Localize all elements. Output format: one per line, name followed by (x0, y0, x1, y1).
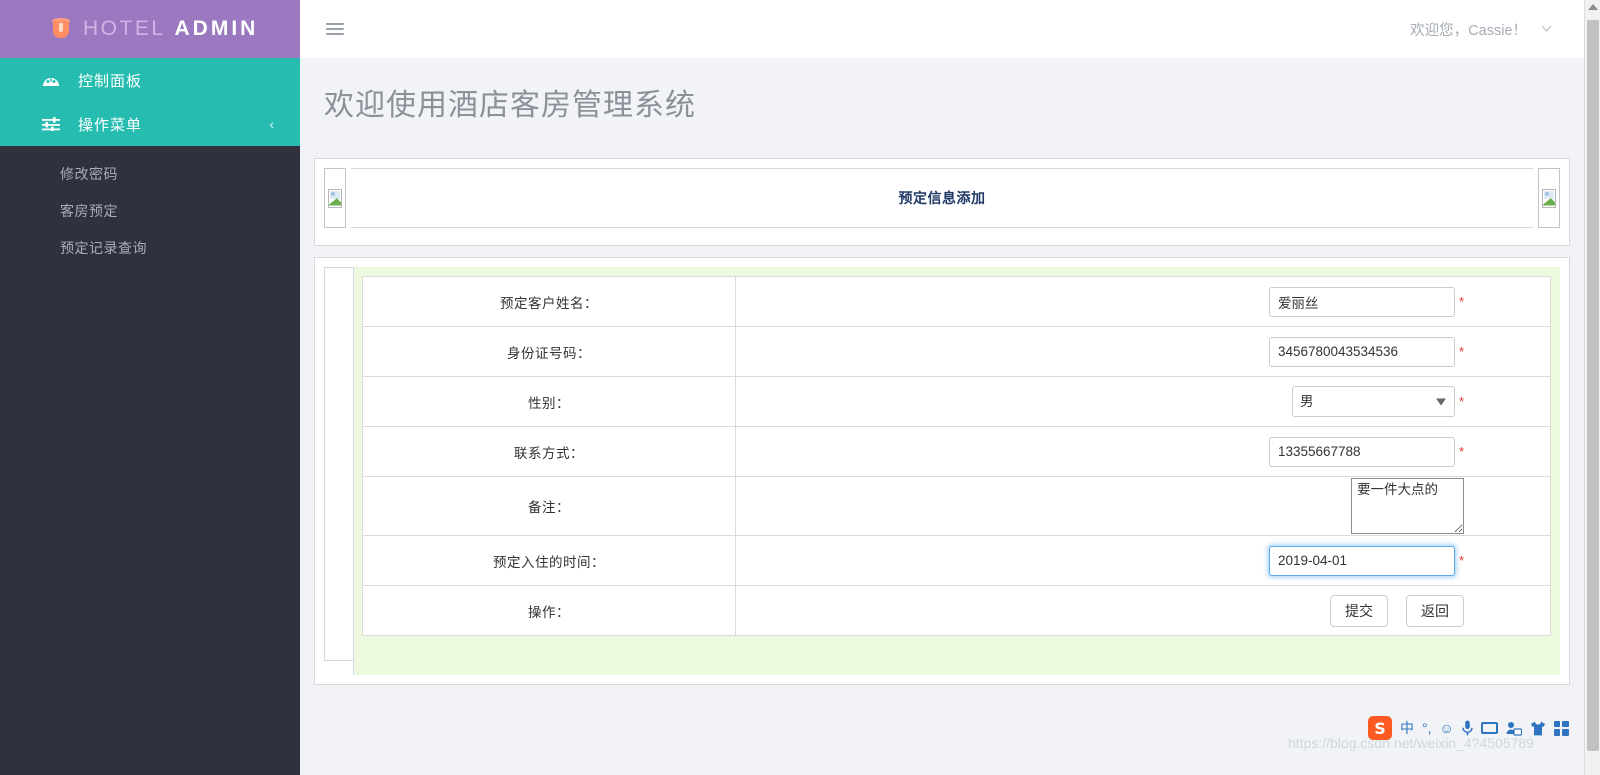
required-marker: * (1458, 344, 1464, 359)
sidebar-item-operations-label: 操作菜单 (78, 116, 143, 134)
required-marker: * (1458, 294, 1464, 309)
broken-image-left (324, 168, 346, 228)
customer-name-input[interactable] (1268, 286, 1455, 317)
table-row: 预定客户姓名： * (361, 276, 1551, 327)
ime-punctuation-icon[interactable]: °, (1422, 720, 1432, 736)
sogou-logo-icon[interactable]: S (1368, 716, 1392, 740)
required-marker: * (1458, 444, 1464, 459)
table-row: 操作： 提交 返回 (361, 585, 1551, 636)
table-row: 性别： 男女 * (361, 376, 1551, 427)
label-customer-name: 预定客户姓名： (361, 276, 737, 327)
page-title: 欢迎使用酒店客房管理系统 (324, 89, 696, 122)
broken-image-icon (328, 188, 342, 208)
sidebar-item-dashboard-label: 控制面板 (78, 72, 143, 90)
brand-logo[interactable]: HOTEL ADMIN (0, 0, 300, 58)
vertical-scrollbar[interactable] (1584, 0, 1600, 775)
field-customer-name-cell: * (735, 276, 1551, 327)
table-row: 备注： (361, 476, 1551, 536)
required-marker: * (1458, 553, 1464, 568)
label-id-number: 身份证号码： (361, 326, 737, 377)
sidebar-item-booking-records[interactable]: 预定记录查询 (0, 229, 300, 266)
sidebar-submenu: 修改密码 客房预定 预定记录查询 (0, 155, 300, 266)
top-bar: 欢迎您，Cassie！ (300, 0, 1600, 58)
broken-image-right (1538, 168, 1560, 228)
sidebar-item-dashboard[interactable]: 控制面板 (0, 58, 300, 102)
broken-image-icon (1542, 188, 1556, 208)
label-checkin-date: 预定入住的时间： (361, 535, 737, 586)
label-phone: 联系方式： (361, 426, 737, 477)
ime-microphone-icon[interactable] (1462, 720, 1473, 736)
form-header-title: 预定信息添加 (898, 190, 986, 206)
ime-toolbar: S 中 °, ☺ (1368, 716, 1569, 740)
dashboard-gauge-icon (40, 73, 62, 87)
label-remark: 备注： (361, 476, 737, 536)
paint-bucket-icon (50, 18, 72, 40)
user-menu[interactable]: 欢迎您，Cassie！ (1410, 19, 1552, 40)
field-gender-cell: 男女 * (735, 376, 1551, 427)
main-content: 预定信息添加 预定客户姓名： 爱丽丝 * 身份证号码： 345678004353… (300, 146, 1584, 775)
sidebar-primary-nav: 控制面板 操作菜单 ‹ (0, 58, 300, 146)
form-header-panel: 预定信息添加 (314, 158, 1570, 246)
sliders-icon (40, 117, 62, 131)
submit-button[interactable]: 提交 (1330, 594, 1388, 627)
table-row: 身份证号码： * (361, 326, 1551, 377)
remark-textarea[interactable] (1351, 478, 1464, 534)
sidebar-item-change-password[interactable]: 修改密码 (0, 155, 300, 192)
field-remark-cell (735, 476, 1551, 536)
sidebar-item-room-booking[interactable]: 客房预定 (0, 192, 300, 229)
field-phone-cell: * (735, 426, 1551, 477)
gender-select[interactable]: 男女 (1291, 386, 1455, 417)
back-button[interactable]: 返回 (1406, 594, 1464, 627)
sidebar: HOTEL ADMIN 控制面板 操作菜单 ‹ 修改密码 客房预定 预定记录查询 (0, 0, 300, 775)
brand-hotel-text: HOTEL (83, 17, 166, 40)
phone-input[interactable] (1268, 436, 1455, 467)
hamburger-icon[interactable] (326, 20, 344, 38)
required-marker: * (1458, 394, 1464, 409)
scrollbar-thumb[interactable] (1587, 20, 1599, 751)
app-root: HOTEL ADMIN 控制面板 操作菜单 ‹ 修改密码 客房预定 预定记录查询… (0, 0, 1600, 775)
field-actions-cell: 提交 返回 (735, 585, 1551, 636)
checkin-date-input[interactable] (1268, 545, 1455, 576)
chevron-down-icon[interactable] (1541, 23, 1552, 35)
form-header-title-cell: 预定信息添加 (351, 168, 1533, 228)
form-left-gutter (324, 267, 353, 661)
sidebar-item-operations[interactable]: 操作菜单 ‹ (0, 102, 300, 146)
chevron-left-icon[interactable]: ‹ (269, 116, 274, 132)
ime-user-box-icon[interactable] (1506, 721, 1522, 736)
ime-keyboard-icon[interactable] (1480, 722, 1498, 734)
booking-form-table: 预定客户姓名： * 身份证号码： (361, 276, 1551, 636)
user-greeting-label: 欢迎您，Cassie！ (1410, 22, 1527, 39)
label-actions: 操作： (361, 585, 737, 636)
field-checkin-date-cell: * (735, 535, 1551, 586)
table-row: 预定入住的时间： * (361, 535, 1551, 586)
ime-grid-icon[interactable] (1553, 720, 1569, 736)
ime-mode-chinese[interactable]: 中 (1400, 718, 1414, 738)
field-id-number-cell: * (735, 326, 1551, 377)
scroll-up-arrow-icon[interactable] (1587, 4, 1598, 10)
booking-form-panel: 预定客户姓名： * 身份证号码： (314, 257, 1570, 685)
page-title-band: 欢迎使用酒店客房管理系统 (300, 58, 1584, 146)
label-gender: 性别： (361, 376, 737, 427)
table-row: 联系方式： * (361, 426, 1551, 477)
ime-tshirt-icon[interactable] (1530, 721, 1546, 736)
ime-emoji-icon[interactable]: ☺ (1440, 720, 1454, 736)
id-number-input[interactable] (1268, 336, 1455, 367)
brand-admin-text: ADMIN (174, 17, 259, 40)
